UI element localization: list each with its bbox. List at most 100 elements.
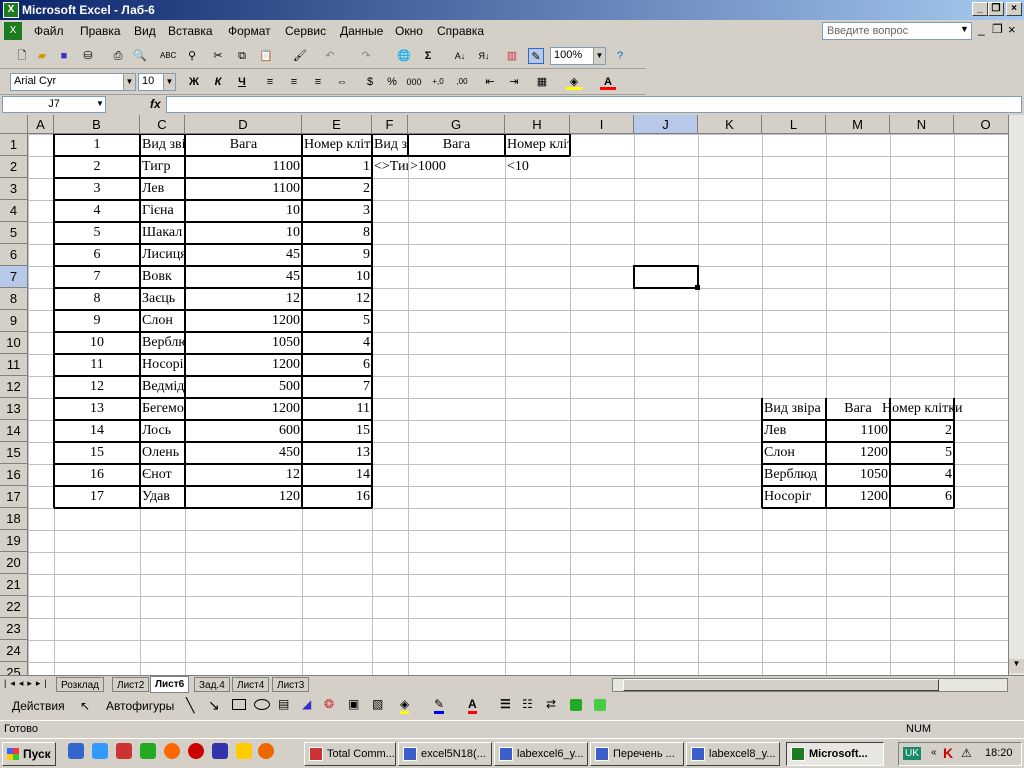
- currency-icon[interactable]: $: [362, 74, 378, 90]
- header-animal[interactable]: Вид звіра: [140, 134, 185, 156]
- row-number-cell[interactable]: 13: [54, 398, 140, 420]
- merge-center-icon[interactable]: ⇔: [334, 74, 350, 90]
- minimize-button[interactable]: _: [972, 2, 988, 16]
- row-header-2[interactable]: 2: [0, 156, 28, 178]
- row-number-cell[interactable]: 9: [54, 310, 140, 332]
- notes-icon[interactable]: [236, 743, 252, 759]
- row-header-12[interactable]: 12: [0, 376, 28, 398]
- drawing-icon[interactable]: ✎: [528, 48, 544, 64]
- player-icon[interactable]: [258, 743, 274, 759]
- menu-format[interactable]: Формат: [228, 24, 271, 38]
- task-microsoft-excel[interactable]: Microsoft...: [786, 742, 884, 766]
- result-animal-cell[interactable]: Слон: [762, 442, 826, 464]
- decrease-indent-icon[interactable]: ⇤: [482, 74, 498, 90]
- cage-cell[interactable]: 5: [302, 310, 372, 332]
- criteria-header-cage[interactable]: Номер клітки: [505, 134, 570, 156]
- column-header-h[interactable]: H: [505, 115, 570, 134]
- row-header-16[interactable]: 16: [0, 464, 28, 486]
- task-labexcel6[interactable]: labexcel6_y...: [494, 742, 588, 766]
- weight-cell[interactable]: 1200: [185, 354, 302, 376]
- media-icon[interactable]: [164, 743, 180, 759]
- name-box-dropdown-icon[interactable]: ▼: [96, 99, 104, 108]
- menu-tools[interactable]: Сервис: [285, 24, 326, 38]
- menu-window[interactable]: Окно: [395, 24, 423, 38]
- task-excel5n18[interactable]: excel5N18(...: [398, 742, 492, 766]
- row-header-18[interactable]: 18: [0, 508, 28, 530]
- tab-scroll-buttons[interactable]: |◂◂▸▸|: [4, 678, 51, 689]
- row-header-3[interactable]: 3: [0, 178, 28, 200]
- weight-cell[interactable]: 12: [185, 464, 302, 486]
- animal-name-cell[interactable]: Удав: [140, 486, 185, 508]
- result-animal-cell[interactable]: Верблюд: [762, 464, 826, 486]
- weight-cell[interactable]: 1100: [185, 178, 302, 200]
- weight-cell[interactable]: 1200: [185, 310, 302, 332]
- row-header-25[interactable]: 25: [0, 662, 28, 675]
- close-button[interactable]: ×: [1006, 2, 1022, 16]
- row-number-cell[interactable]: 14: [54, 420, 140, 442]
- menu-help[interactable]: Справка: [437, 24, 484, 38]
- row-header-21[interactable]: 21: [0, 574, 28, 596]
- cage-cell[interactable]: 10: [302, 266, 372, 288]
- column-header-a[interactable]: A: [28, 115, 54, 134]
- column-header-d[interactable]: D: [185, 115, 302, 134]
- result-animal-cell[interactable]: Лев: [762, 420, 826, 442]
- permission-icon[interactable]: ⛁: [80, 48, 96, 64]
- column-header-j[interactable]: J: [634, 115, 698, 134]
- task-labexcel8[interactable]: labexcel8_y...: [686, 742, 780, 766]
- animal-name-cell[interactable]: Тигр: [140, 156, 185, 178]
- cage-cell[interactable]: 9: [302, 244, 372, 266]
- weight-cell[interactable]: 500: [185, 376, 302, 398]
- rectangle-icon[interactable]: [232, 699, 246, 710]
- row-header-9[interactable]: 9: [0, 310, 28, 332]
- task-perechen[interactable]: Перечень ...: [590, 742, 684, 766]
- row-number-cell[interactable]: 4: [54, 200, 140, 222]
- row-number-cell[interactable]: 12: [54, 376, 140, 398]
- borders-icon[interactable]: ▦: [534, 74, 550, 90]
- cage-cell[interactable]: 7: [302, 376, 372, 398]
- column-header-b[interactable]: B: [54, 115, 140, 134]
- antivirus-icon[interactable]: K: [943, 745, 953, 761]
- font-size-combo[interactable]: 10 ▼: [138, 73, 176, 91]
- print-preview-icon[interactable]: 🔍: [132, 48, 148, 64]
- undo-icon[interactable]: ↶: [322, 48, 338, 64]
- result-header-weight[interactable]: Вага: [826, 398, 890, 420]
- excel-icon[interactable]: X: [3, 2, 19, 18]
- menu-view[interactable]: Вид: [134, 24, 156, 38]
- cage-cell[interactable]: 15: [302, 420, 372, 442]
- animal-name-cell[interactable]: Шакал: [140, 222, 185, 244]
- diagram-icon[interactable]: ❂: [324, 697, 334, 711]
- doc-minimize-button[interactable]: _: [978, 22, 985, 36]
- spelling-icon[interactable]: ABC: [160, 48, 176, 64]
- new-icon[interactable]: 🗋: [14, 48, 30, 64]
- font-color-icon[interactable]: A: [600, 74, 616, 90]
- animal-name-cell[interactable]: Ведмідь: [140, 376, 185, 398]
- word-launch-icon[interactable]: [212, 743, 228, 759]
- column-header-c[interactable]: C: [140, 115, 185, 134]
- weight-cell[interactable]: 600: [185, 420, 302, 442]
- row-header-20[interactable]: 20: [0, 552, 28, 574]
- result-header-cage[interactable]: Номер клітки: [882, 398, 963, 420]
- font-name-combo[interactable]: Arial Cyr ▼: [10, 73, 136, 91]
- underline-button[interactable]: Ч: [234, 74, 250, 90]
- animal-name-cell[interactable]: Слон: [140, 310, 185, 332]
- row-header-24[interactable]: 24: [0, 640, 28, 662]
- line-style-icon[interactable]: ☰: [500, 697, 511, 711]
- weight-cell[interactable]: 120: [185, 486, 302, 508]
- restore-button[interactable]: ❐: [988, 2, 1004, 16]
- sort-ascending-icon[interactable]: A↓: [452, 48, 468, 64]
- header-number[interactable]: 1: [54, 134, 140, 156]
- wordart-icon[interactable]: ◢: [302, 697, 311, 711]
- tab-lyst6[interactable]: Лист6: [150, 676, 190, 693]
- column-header-k[interactable]: K: [698, 115, 762, 134]
- menu-edit[interactable]: Правка: [80, 24, 121, 38]
- criteria-weight[interactable]: >1000: [408, 156, 505, 178]
- open-icon[interactable]: ▰: [34, 48, 50, 64]
- start-button[interactable]: Пуск: [2, 742, 56, 766]
- help-icon[interactable]: ?: [612, 48, 628, 64]
- menu-insert[interactable]: Вставка: [168, 24, 213, 38]
- line-color-icon[interactable]: ✎: [434, 697, 445, 714]
- weight-cell[interactable]: 1100: [185, 156, 302, 178]
- column-header-n[interactable]: N: [890, 115, 954, 134]
- row-header-13[interactable]: 13: [0, 398, 28, 420]
- paste-icon[interactable]: 📋: [258, 48, 274, 64]
